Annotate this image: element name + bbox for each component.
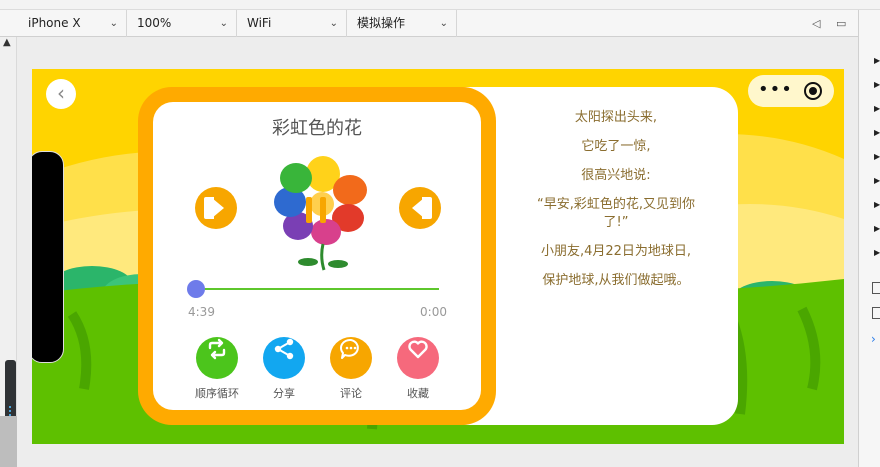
chevron-down-icon: ⌄ xyxy=(109,18,118,29)
expand-arrow-icon[interactable]: ▶ xyxy=(874,56,880,65)
player-card-inner: 彩虹色的花 4:39 0:00 顺序循环 分享 评论 收藏 xyxy=(153,102,481,410)
simulator-screen: ‹ ••• 彩虹色的花 4:39 0:00 顺序循环 分享 评论 收藏 太阳探出… xyxy=(32,69,844,444)
lyrics-text: 太阳探出头来, 它吃了一惊, 很高兴地说: “早安,彩虹色的花,又见到你了!” … xyxy=(526,109,706,301)
comment-icon xyxy=(330,337,372,379)
chevron-down-icon: ⌄ xyxy=(439,18,448,29)
favorite-button[interactable]: 收藏 xyxy=(388,328,448,401)
song-title: 彩虹色的花 xyxy=(272,118,362,139)
expand-arrow-icon[interactable]: ▶ xyxy=(874,224,880,233)
lyric-line: 太阳探出头来, xyxy=(574,110,658,125)
left-gutter: ▲ xyxy=(0,37,17,467)
simulator-toolbar: iPhone X ⌄ 100% ⌄ WiFi ⌄ 模拟操作 ⌄ ◁ ▭ xyxy=(0,10,880,37)
operation-select[interactable]: 模拟操作 ⌄ xyxy=(347,10,457,37)
previous-button[interactable] xyxy=(195,187,237,229)
loop-mode-label: 顺序循环 xyxy=(195,387,239,400)
pause-icon xyxy=(306,197,312,223)
progress-track[interactable] xyxy=(195,288,439,290)
expand-arrow-icon[interactable]: ▶ xyxy=(874,248,880,257)
more-icon[interactable]: ••• xyxy=(758,75,793,105)
share-button[interactable]: 分享 xyxy=(254,328,314,401)
miniprogram-capsule[interactable]: ••• xyxy=(748,75,834,107)
operation-select-value: 模拟操作 xyxy=(357,16,406,30)
zoom-select[interactable]: 100% ⌄ xyxy=(127,10,237,37)
device-select-value: iPhone X xyxy=(28,16,81,30)
loop-icon xyxy=(196,337,238,379)
gutter-block xyxy=(0,416,17,467)
heart-icon xyxy=(397,337,439,379)
progress-knob[interactable] xyxy=(187,280,205,298)
progress-fill xyxy=(195,288,439,290)
expand-arrow-icon[interactable]: ▶ xyxy=(874,200,880,209)
chevron-left-icon: ‹ xyxy=(57,81,65,105)
favorite-label: 收藏 xyxy=(407,387,429,400)
panel-toggle-icon[interactable] xyxy=(872,282,880,294)
menu-strip xyxy=(0,0,880,10)
expand-arrow-icon[interactable]: ▶ xyxy=(874,152,880,161)
side-panel xyxy=(32,151,64,363)
lyric-line: 小朋友,4月22日为地球日, xyxy=(540,244,692,259)
pause-button[interactable] xyxy=(303,197,329,223)
zoom-select-value: 100% xyxy=(137,16,172,30)
remaining-time: 0:00 xyxy=(420,305,447,319)
expand-arrow-icon[interactable]: ▶ xyxy=(874,104,880,113)
console-prompt-icon[interactable]: › xyxy=(871,332,876,346)
right-panel: ▶ ▶ ▶ ▶ ▶ ▶ ▶ ▶ ▶ › xyxy=(858,10,880,467)
back-button[interactable]: ‹ xyxy=(46,79,76,109)
player-card: 彩虹色的花 4:39 0:00 顺序循环 分享 评论 收藏 xyxy=(138,87,496,425)
elapsed-time: 4:39 xyxy=(188,305,215,319)
lyric-line: 它吃了一惊, xyxy=(581,139,651,154)
chevron-down-icon: ⌄ xyxy=(329,18,338,29)
expand-arrow-icon[interactable]: ▶ xyxy=(874,80,880,89)
chevron-down-icon: ⌄ xyxy=(219,18,228,29)
loop-mode-button[interactable]: 顺序循环 xyxy=(187,328,247,401)
panel-toggle-icon[interactable] xyxy=(872,307,880,319)
close-target-icon[interactable] xyxy=(804,82,822,100)
speaker-icon[interactable]: ◁ xyxy=(812,10,820,37)
lyric-line: 很高兴地说: xyxy=(581,168,651,183)
comment-label: 评论 xyxy=(340,387,362,400)
scroll-up-icon[interactable]: ▲ xyxy=(3,37,11,48)
lyric-line: “早安,彩虹色的花,又见到你了!” xyxy=(537,197,695,230)
share-label: 分享 xyxy=(273,387,295,400)
share-icon xyxy=(263,337,305,379)
window-icon[interactable]: ▭ xyxy=(836,10,846,37)
action-bar: 顺序循环 分享 评论 收藏 xyxy=(153,328,481,401)
expand-arrow-icon[interactable]: ▶ xyxy=(874,176,880,185)
expand-arrow-icon[interactable]: ▶ xyxy=(874,128,880,137)
network-select-value: WiFi xyxy=(247,16,272,30)
lyric-line: 保护地球,从我们做起哦。 xyxy=(542,273,690,288)
network-select[interactable]: WiFi ⌄ xyxy=(237,10,347,37)
comment-button[interactable]: 评论 xyxy=(321,328,381,401)
device-select[interactable]: iPhone X ⌄ xyxy=(18,10,127,37)
next-button[interactable] xyxy=(399,187,441,229)
